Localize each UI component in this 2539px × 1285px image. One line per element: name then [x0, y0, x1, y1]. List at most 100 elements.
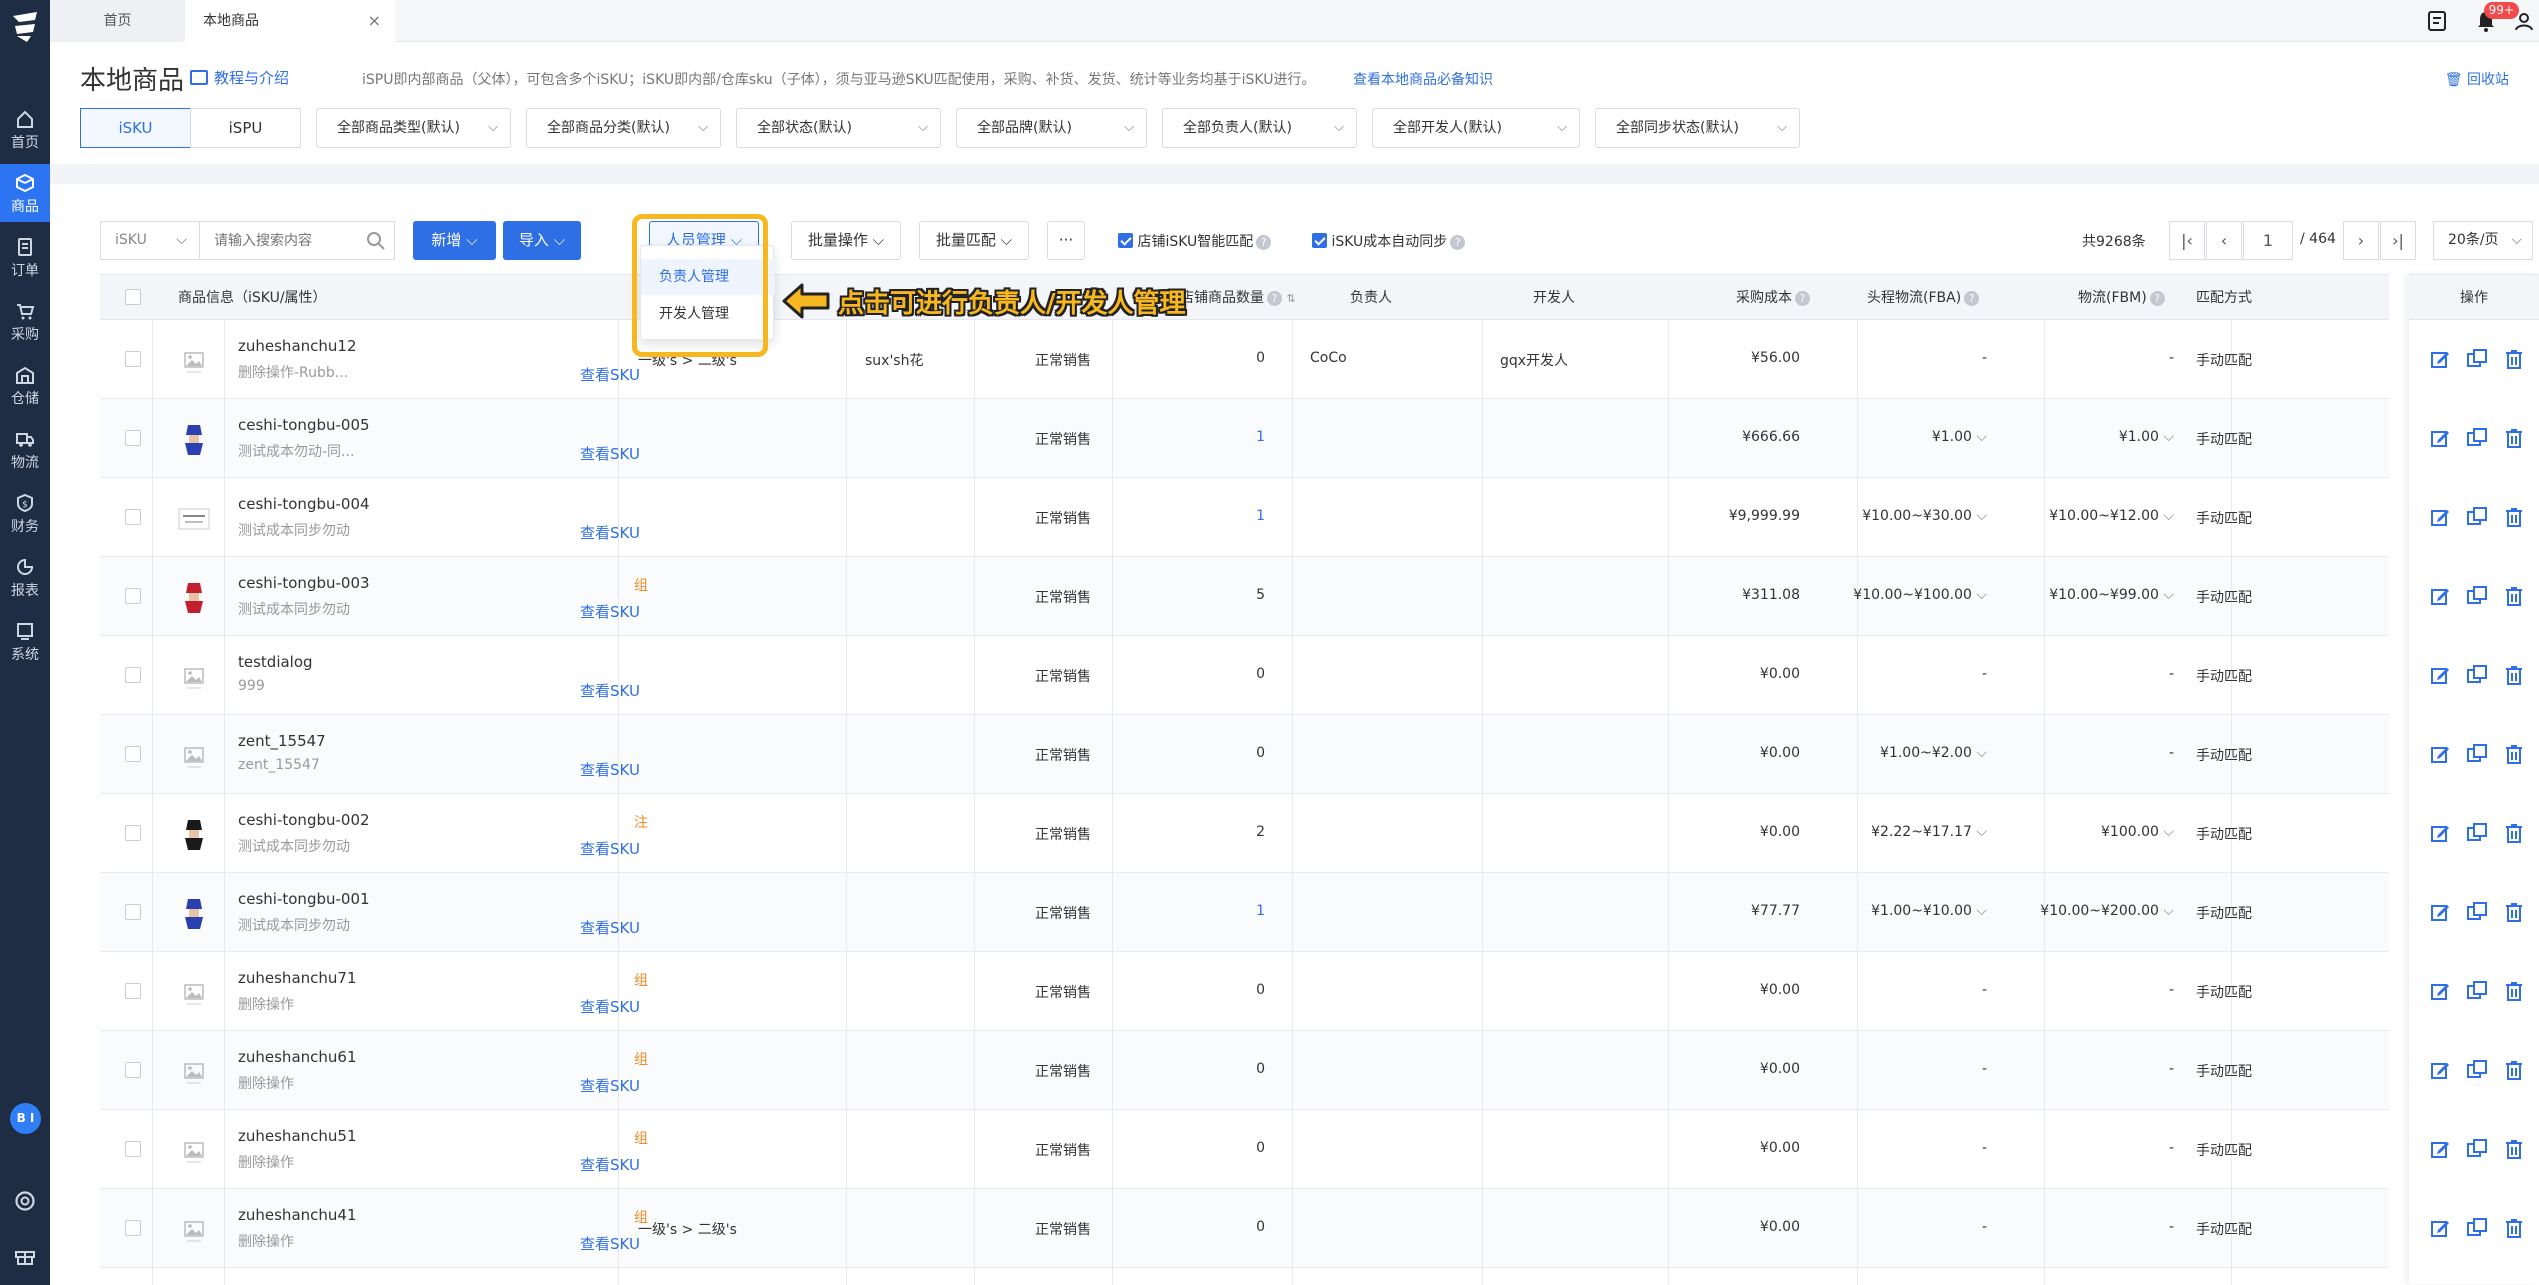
filter-dropdown-5[interactable]: 全部开发人(默认) ⌵	[1372, 108, 1580, 148]
product-thumbnail[interactable]	[178, 500, 210, 538]
copy-icon[interactable]	[2466, 822, 2488, 844]
row-checkbox[interactable]	[125, 667, 141, 687]
edit-icon[interactable]	[2429, 1059, 2451, 1081]
delete-icon[interactable]	[2503, 348, 2525, 370]
edit-icon[interactable]	[2429, 1138, 2451, 1160]
next-page-button[interactable]: ›	[2343, 221, 2379, 260]
copy-icon[interactable]	[2466, 427, 2488, 449]
page-size-select[interactable]: 20条/页 ⌵	[2433, 221, 2533, 260]
sidebar-item-order[interactable]: 订单	[0, 228, 50, 286]
view-sku-link[interactable]: 查看SKU	[580, 443, 640, 464]
help-icon[interactable]: ?	[1256, 235, 1272, 250]
table-row[interactable]: zuheshanchu51 删除操作 查看SKU 组正常销售 0 ¥0.00- - 手动匹配	[100, 1110, 2389, 1189]
table-row[interactable]: zuheshanchu41 删除操作 查看SKU 组一级's > 二级's 正常销售 0 ¥…	[100, 1189, 2389, 1268]
filter-dropdown-0[interactable]: 全部商品类型(默认) ⌵	[316, 108, 511, 148]
filter-dropdown-1[interactable]: 全部商品分类(默认) ⌵	[526, 108, 721, 148]
chevron-down-icon[interactable]: ⌵	[2163, 587, 2174, 603]
first-page-button[interactable]: |‹	[2169, 221, 2205, 260]
view-sku-link[interactable]: 查看SKU	[580, 1233, 640, 1254]
row-checkbox[interactable]	[125, 1062, 141, 1082]
select-all-checkbox[interactable]	[125, 289, 141, 309]
product-thumbnail[interactable]	[178, 658, 210, 696]
product-thumbnail[interactable]	[178, 1053, 210, 1091]
table-row[interactable]: zuheshanchu61 删除操作 查看SKU 组正常销售 0 ¥0.00- - 手动匹配	[100, 1031, 2389, 1110]
row-checkbox[interactable]	[125, 904, 141, 924]
search-type-select[interactable]: iSKU ⌵	[100, 221, 200, 260]
table-row[interactable]: ceshi-tongbu-002 测试成本同步勿动 查看SKU 注正常销售 2 ¥0.00…	[100, 794, 2389, 873]
chevron-down-icon[interactable]: ⌵	[2163, 903, 2174, 919]
product-thumbnail[interactable]	[178, 1132, 210, 1170]
delete-icon[interactable]	[2503, 901, 2525, 923]
delete-icon[interactable]	[2503, 743, 2525, 765]
copy-icon[interactable]	[2466, 664, 2488, 686]
sidebar-item-finance[interactable]: $ 财务	[0, 484, 50, 542]
product-thumbnail[interactable]	[178, 816, 210, 854]
delete-icon[interactable]	[2503, 1138, 2525, 1160]
chevron-down-icon[interactable]: ⌵	[2163, 508, 2174, 524]
table-row[interactable]: testdialog 999 查看SKU 正常销售 0 ¥0.00- - 手动匹配	[100, 636, 2389, 715]
help-icon[interactable]: ?	[1267, 291, 1282, 306]
sidebar-item-warehouse[interactable]: 仓储	[0, 356, 50, 414]
product-thumbnail[interactable]	[178, 579, 210, 617]
edit-icon[interactable]	[2429, 743, 2451, 765]
view-sku-link[interactable]: 查看SKU	[580, 996, 640, 1017]
chevron-down-icon[interactable]: ⌵	[2163, 824, 2174, 840]
row-checkbox[interactable]	[125, 351, 141, 371]
logo-icon[interactable]	[9, 10, 41, 44]
delete-icon[interactable]	[2503, 1059, 2525, 1081]
tab-local-products[interactable]: 本地商品 ×	[185, 0, 395, 42]
search-icon[interactable]	[366, 231, 386, 251]
row-checkbox[interactable]	[125, 509, 141, 529]
view-sku-link[interactable]: 查看SKU	[580, 759, 640, 780]
table-row[interactable]: ceshi-tongbu-001 测试成本同步勿动 查看SKU 正常销售 1 ¥77.77…	[100, 873, 2389, 952]
view-sku-link[interactable]: 查看SKU	[580, 364, 640, 385]
edit-icon[interactable]	[2429, 1217, 2451, 1239]
edit-icon[interactable]	[2429, 822, 2451, 844]
product-thumbnail[interactable]	[178, 342, 210, 380]
delete-icon[interactable]	[2503, 1217, 2525, 1239]
table-row[interactable]: zuheshanchu31查看SKU组一级's > 二级's0¥0.00--手动…	[100, 1268, 2389, 1285]
delete-icon[interactable]	[2503, 664, 2525, 686]
user-icon[interactable]	[2512, 9, 2536, 33]
copy-icon[interactable]	[2466, 1059, 2488, 1081]
sidebar-item-truck[interactable]: 物流	[0, 420, 50, 478]
table-row[interactable]: zuheshanchu71 删除操作 查看SKU 组正常销售 0 ¥0.00- - 手动匹配	[100, 952, 2389, 1031]
view-sku-link[interactable]: 查看SKU	[580, 917, 640, 938]
view-sku-link[interactable]: 查看SKU	[580, 680, 640, 701]
edit-icon[interactable]	[2429, 585, 2451, 607]
segment-ispu[interactable]: iSPU	[190, 108, 301, 148]
product-thumbnail[interactable]	[178, 895, 210, 933]
shop-qty-cell[interactable]: 1	[1160, 903, 1265, 919]
copy-icon[interactable]	[2466, 506, 2488, 528]
table-row[interactable]: ceshi-tongbu-004 测试成本同步勿动 查看SKU 正常销售 1 ¥9,999…	[100, 478, 2389, 557]
help-icon[interactable]: ?	[1964, 291, 1980, 306]
delete-icon[interactable]	[2503, 585, 2525, 607]
help-icon[interactable]: ?	[1450, 235, 1466, 250]
more-button[interactable]: ···	[1047, 221, 1085, 260]
sidebar-item-report[interactable]: 报表	[0, 548, 50, 606]
sidebar-item-product[interactable]: 商品	[0, 164, 50, 222]
filter-dropdown-3[interactable]: 全部品牌(默认) ⌵	[956, 108, 1147, 148]
shop-qty-cell[interactable]: 1	[1160, 429, 1265, 445]
sidebar-item-system[interactable]: 系统	[0, 612, 50, 670]
edit-icon[interactable]	[2429, 980, 2451, 1002]
help-icon[interactable]: ?	[1795, 291, 1810, 306]
delete-icon[interactable]	[2503, 822, 2525, 844]
sidebar-item-home[interactable]: 首页	[0, 100, 50, 158]
product-thumbnail[interactable]	[178, 974, 210, 1012]
page-input[interactable]: 1	[2243, 221, 2293, 260]
product-thumbnail[interactable]	[178, 421, 210, 459]
segment-isku[interactable]: iSKU	[80, 108, 191, 148]
filter-dropdown-6[interactable]: 全部同步状态(默认) ⌵	[1595, 108, 1800, 148]
product-thumbnail[interactable]	[178, 1211, 210, 1249]
filter-dropdown-2[interactable]: 全部状态(默认) ⌵	[736, 108, 941, 148]
copy-icon[interactable]	[2466, 348, 2488, 370]
row-checkbox[interactable]	[125, 825, 141, 845]
delete-icon[interactable]	[2503, 427, 2525, 449]
delete-icon[interactable]	[2503, 980, 2525, 1002]
copy-icon[interactable]	[2466, 1217, 2488, 1239]
edit-icon[interactable]	[2429, 664, 2451, 686]
delete-icon[interactable]	[2503, 506, 2525, 528]
header-shop-qty[interactable]: 店铺商品数量? ⇅	[1180, 275, 1296, 321]
row-checkbox[interactable]	[125, 588, 141, 608]
